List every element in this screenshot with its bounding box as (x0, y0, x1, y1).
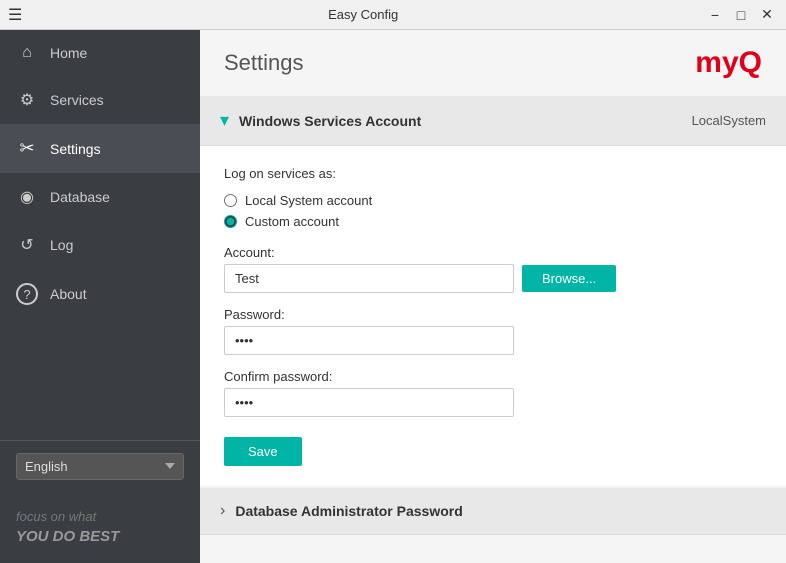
sidebar-label-settings: Settings (50, 141, 101, 157)
section-header-left: ▾ Windows Services Account (220, 110, 421, 131)
radio-custom-input[interactable] (224, 215, 237, 228)
password-label: Password: (224, 307, 762, 322)
settings-icon: ✂ (16, 138, 38, 159)
language-select[interactable]: English Deutsch Français Español (16, 453, 184, 480)
main-content: Settings myQ ▾ Windows Services Account … (200, 30, 786, 563)
main-header: Settings myQ (200, 30, 786, 96)
sidebar-label-about: About (50, 286, 87, 302)
titlebar-title: Easy Config (22, 7, 704, 22)
account-row: Browse... (224, 264, 762, 293)
titlebar: ☰ Easy Config − □ ✕ (0, 0, 786, 30)
account-label: Account: (224, 245, 762, 260)
logo-q: Q (739, 46, 762, 79)
services-icon: ⚙ (16, 90, 38, 110)
radio-custom-label: Custom account (245, 214, 339, 229)
db-admin-title: Database Administrator Password (235, 503, 462, 519)
database-icon: ◉ (16, 187, 38, 207)
account-field-group: Account: Browse... (224, 245, 762, 293)
confirm-password-field-group: Confirm password: (224, 369, 762, 417)
windows-services-title: Windows Services Account (239, 113, 421, 129)
home-icon: ⌂ (16, 44, 38, 62)
sidebar-label-home: Home (50, 45, 87, 61)
windows-services-value: LocalSystem (692, 113, 766, 128)
tagline-line2: YOU DO BEST (16, 526, 184, 547)
hamburger-icon[interactable]: ☰ (8, 5, 22, 25)
confirm-password-label: Confirm password: (224, 369, 762, 384)
sidebar-nav: ⌂ Home ⚙ Services ✂ Settings ◉ Database … (0, 30, 200, 440)
myq-logo: myQ (695, 46, 762, 80)
sidebar-item-about[interactable]: ? About (0, 269, 200, 319)
tagline-line1: focus on what (16, 508, 184, 526)
radio-local-input[interactable] (224, 194, 237, 207)
sidebar-item-home[interactable]: ⌂ Home (0, 30, 200, 76)
app-body: ⌂ Home ⚙ Services ✂ Settings ◉ Database … (0, 30, 786, 563)
confirm-password-row (224, 388, 762, 417)
language-selector-container: English Deutsch Français Español (0, 440, 200, 492)
radio-local-system[interactable]: Local System account (224, 193, 762, 208)
windows-services-chevron: ▾ (220, 110, 229, 131)
logo-text: my (695, 46, 738, 79)
windows-services-body: Log on services as: Local System account… (200, 146, 786, 486)
radio-local-label: Local System account (245, 193, 372, 208)
about-icon: ? (16, 283, 38, 305)
sidebar-label-services: Services (50, 92, 104, 108)
windows-services-section: ▾ Windows Services Account LocalSystem L… (200, 96, 786, 486)
window-controls: − □ ✕ (704, 4, 778, 26)
db-admin-chevron: › (220, 502, 225, 520)
restore-button[interactable]: □ (730, 4, 752, 26)
radio-custom[interactable]: Custom account (224, 214, 762, 229)
save-button[interactable]: Save (224, 437, 302, 466)
confirm-password-input[interactable] (224, 388, 514, 417)
db-admin-header[interactable]: › Database Administrator Password (200, 488, 786, 535)
log-icon: ↺ (16, 235, 38, 255)
sidebar-item-settings[interactable]: ✂ Settings (0, 124, 200, 173)
sidebar-label-log: Log (50, 237, 73, 253)
close-button[interactable]: ✕ (756, 4, 778, 26)
settings-content: ▾ Windows Services Account LocalSystem L… (200, 96, 786, 563)
db-admin-section: › Database Administrator Password (200, 488, 786, 535)
sidebar-item-services[interactable]: ⚙ Services (0, 76, 200, 124)
radio-group: Local System account Custom account (224, 193, 762, 229)
db-admin-header-left: › Database Administrator Password (220, 502, 463, 520)
sidebar: ⌂ Home ⚙ Services ✂ Settings ◉ Database … (0, 30, 200, 563)
browse-button[interactable]: Browse... (522, 265, 616, 292)
log-on-label: Log on services as: (224, 166, 762, 181)
password-input[interactable] (224, 326, 514, 355)
tagline: focus on what YOU DO BEST (0, 492, 200, 563)
sidebar-label-database: Database (50, 189, 110, 205)
account-input[interactable] (224, 264, 514, 293)
minimize-button[interactable]: − (704, 4, 726, 26)
windows-services-header[interactable]: ▾ Windows Services Account LocalSystem (200, 96, 786, 146)
password-field-group: Password: (224, 307, 762, 355)
page-title: Settings (224, 50, 304, 76)
password-row (224, 326, 762, 355)
sidebar-item-database[interactable]: ◉ Database (0, 173, 200, 221)
sidebar-item-log[interactable]: ↺ Log (0, 221, 200, 269)
